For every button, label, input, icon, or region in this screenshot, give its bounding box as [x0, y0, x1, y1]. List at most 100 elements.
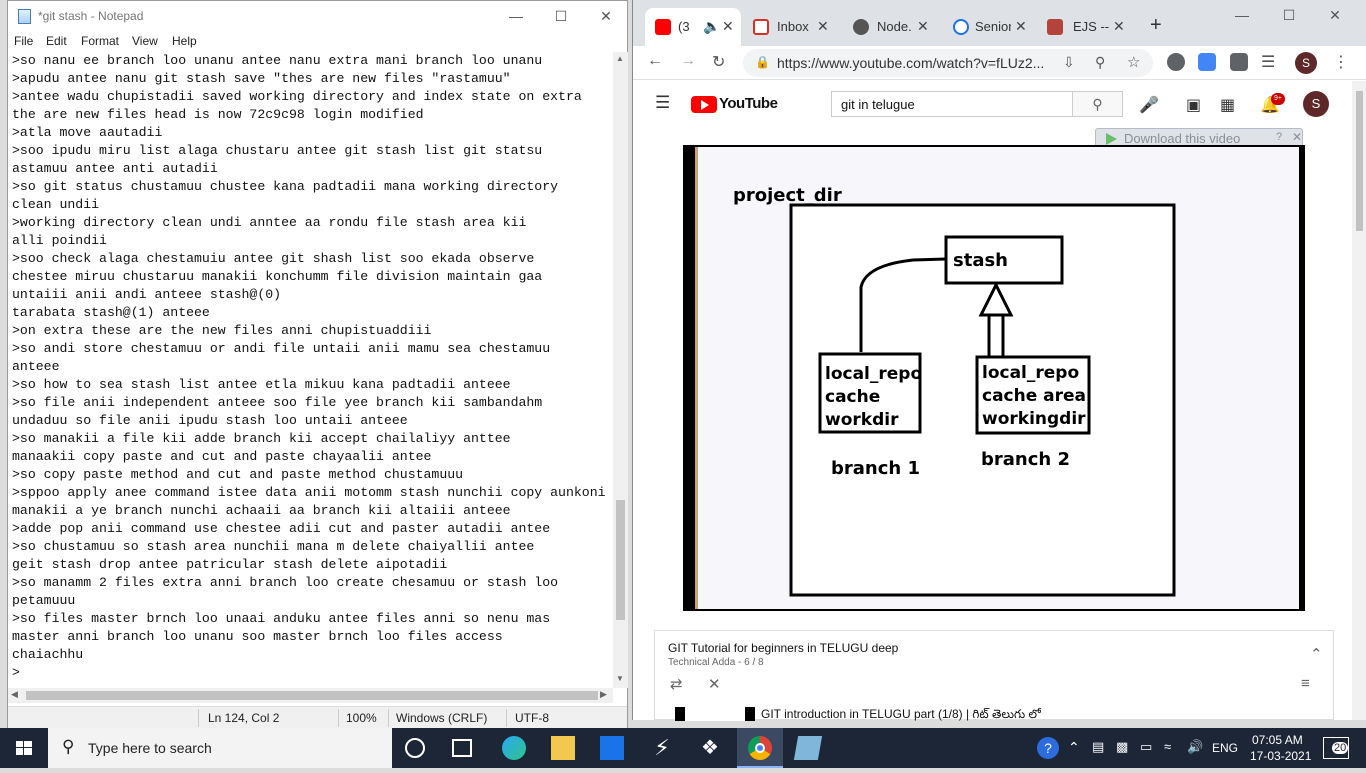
shuffle-icon[interactable]: ✕: [708, 675, 721, 693]
media-icon[interactable]: ☰: [1261, 52, 1275, 72]
bookmark-star-icon[interactable]: ☆: [1127, 53, 1140, 71]
tab-close-icon[interactable]: ✕: [817, 18, 829, 35]
language-indicator[interactable]: ENG: [1212, 741, 1238, 755]
menu-kebab-icon[interactable]: ⋮: [1333, 52, 1349, 72]
playlist-item-title[interactable]: GIT introduction in TELUGU part (1/8) | …: [761, 707, 1041, 724]
text-editor-area[interactable]: >so nanu ee branch loo unanu antee nanu …: [8, 52, 613, 688]
tab-youtube[interactable]: (3 🔈 ✕: [645, 8, 741, 46]
info-icon: [953, 19, 969, 35]
task-view-icon[interactable]: [452, 739, 472, 757]
edge-icon[interactable]: [502, 736, 526, 760]
save-playlist-icon[interactable]: ≡: [1301, 675, 1310, 692]
scroll-thumb[interactable]: [1356, 91, 1363, 231]
new-tab-button[interactable]: +: [1150, 14, 1162, 37]
playlist-subtitle[interactable]: Technical Adda - 6 / 8: [668, 657, 764, 668]
scroll-up-icon[interactable]: ▲: [616, 54, 624, 63]
diagram: project_dir stash local_repo cache workd…: [733, 185, 1176, 597]
youtube-avatar[interactable]: S: [1303, 91, 1329, 117]
tab-close-icon[interactable]: ✕: [1015, 18, 1027, 35]
menu-file[interactable]: File: [14, 34, 33, 48]
back-icon[interactable]: ←: [647, 52, 663, 70]
menu-format[interactable]: Format: [81, 34, 119, 48]
notepad-titlebar[interactable]: *git stash - Notepad — ☐ ✕: [8, 1, 627, 32]
close-button[interactable]: ✕: [583, 1, 629, 32]
app-lightning-icon[interactable]: ⚡: [650, 736, 674, 760]
start-button[interactable]: [0, 728, 48, 768]
profile-avatar[interactable]: S: [1295, 52, 1317, 74]
translate-icon[interactable]: [1198, 53, 1216, 71]
vertical-scrollbar[interactable]: ▲ ▼: [613, 52, 628, 688]
cloud-icon[interactable]: [1167, 53, 1185, 71]
text-line: >: [12, 665, 20, 680]
collapse-chevron-icon[interactable]: ⌃: [1310, 645, 1323, 663]
text-line: >so file anii independent anteee soo fil…: [12, 395, 543, 410]
dropbox-icon[interactable]: ❖: [698, 736, 722, 760]
apps-grid-icon[interactable]: ▦: [1220, 95, 1235, 115]
search-icon[interactable]: ⚲: [1073, 91, 1123, 117]
microphone-icon[interactable]: 🎤: [1139, 95, 1159, 115]
clock-date[interactable]: 17-03-2021: [1250, 749, 1311, 763]
chevron-up-icon[interactable]: ⌃: [1068, 739, 1080, 756]
stash-label: stash: [953, 250, 1008, 271]
tab-close-icon[interactable]: ✕: [917, 18, 929, 35]
tab-node[interactable]: Node. ✕: [841, 8, 933, 46]
scroll-thumb[interactable]: [26, 691, 598, 700]
youtube-icon: [655, 19, 671, 35]
youtube-logo-text[interactable]: YouTube: [719, 95, 778, 112]
horizontal-scrollbar[interactable]: ◀ ▶: [8, 688, 613, 703]
notification-badge: 9+: [1271, 93, 1285, 105]
battery-icon[interactable]: ▭: [1140, 739, 1152, 755]
forward-icon[interactable]: →: [680, 52, 696, 70]
scroll-right-icon[interactable]: ▶: [600, 689, 607, 700]
help-icon[interactable]: ?: [1276, 131, 1282, 143]
menu-view[interactable]: View: [132, 34, 158, 48]
clock-time[interactable]: 07:05 AM: [1252, 733, 1303, 747]
tab-close-icon[interactable]: ✕: [1113, 18, 1125, 35]
scroll-down-icon[interactable]: ▼: [616, 674, 624, 683]
notepad-taskbar-icon[interactable]: [793, 736, 823, 760]
close-icon[interactable]: ✕: [1292, 130, 1302, 144]
tab-senior[interactable]: Senior ✕: [939, 8, 1031, 46]
tab-inbox[interactable]: Inbox ✕: [745, 8, 835, 46]
wifi-icon[interactable]: ≈: [1164, 739, 1171, 754]
video-player[interactable]: project_dir stash local_repo cache workd…: [683, 145, 1305, 611]
zoom-icon[interactable]: ⚲: [1095, 54, 1105, 71]
hamburger-menu-icon[interactable]: ☰: [655, 93, 670, 113]
install-icon[interactable]: ⇩: [1063, 54, 1075, 71]
chrome-taskbar-button[interactable]: [737, 728, 783, 768]
tab-close-icon[interactable]: ✕: [722, 18, 734, 35]
page-scrollbar[interactable]: [1352, 81, 1366, 720]
scroll-left-icon[interactable]: ◀: [11, 689, 18, 700]
maximize-button[interactable]: ☐: [1266, 0, 1312, 32]
volume-icon[interactable]: 🔊: [1187, 739, 1203, 755]
address-bar[interactable]: 🔒 https://www.youtube.com/watch?v=fLUz2.…: [743, 49, 1153, 77]
file-explorer-icon[interactable]: [551, 736, 575, 760]
scroll-thumb[interactable]: [616, 500, 625, 620]
video-frame: project_dir stash local_repo cache workd…: [695, 147, 1299, 609]
create-video-icon[interactable]: ▣: [1186, 95, 1201, 115]
search-input[interactable]: git in telugue: [831, 91, 1073, 117]
notepad-app-icon: [18, 9, 31, 24]
notification-count: 20: [1332, 742, 1349, 754]
camera-icon[interactable]: ▩: [1116, 739, 1128, 755]
reload-icon[interactable]: ↻: [712, 52, 725, 72]
network-icon[interactable]: ▤: [1092, 739, 1104, 755]
browser-window: (3 🔈 ✕ Inbox ✕ Node. ✕ Senior ✕ EJS -- ✕…: [632, 0, 1366, 721]
lock-icon: 🔒: [755, 55, 770, 69]
text-line: clean undii: [12, 197, 100, 212]
mail-icon[interactable]: [600, 736, 624, 760]
tab-ejs[interactable]: EJS -- ✕: [1037, 8, 1129, 46]
close-button[interactable]: ✕: [1312, 0, 1358, 32]
minimize-button[interactable]: —: [1219, 0, 1265, 32]
menu-help[interactable]: Help: [172, 34, 197, 48]
menu-edit[interactable]: Edit: [46, 34, 67, 48]
playlist-title[interactable]: GIT Tutorial for beginners in TELUGU dee…: [668, 641, 898, 655]
cortana-icon[interactable]: [405, 738, 425, 758]
extensions-icon[interactable]: [1230, 53, 1248, 71]
help-icon[interactable]: ?: [1037, 737, 1059, 759]
playlist-thumbnail[interactable]: [675, 707, 755, 721]
minimize-button[interactable]: —: [493, 1, 539, 32]
taskbar-search-box[interactable]: ⚲ Type here to search: [48, 728, 392, 768]
loop-icon[interactable]: ⇄: [670, 675, 683, 693]
maximize-button[interactable]: ☐: [538, 1, 584, 32]
